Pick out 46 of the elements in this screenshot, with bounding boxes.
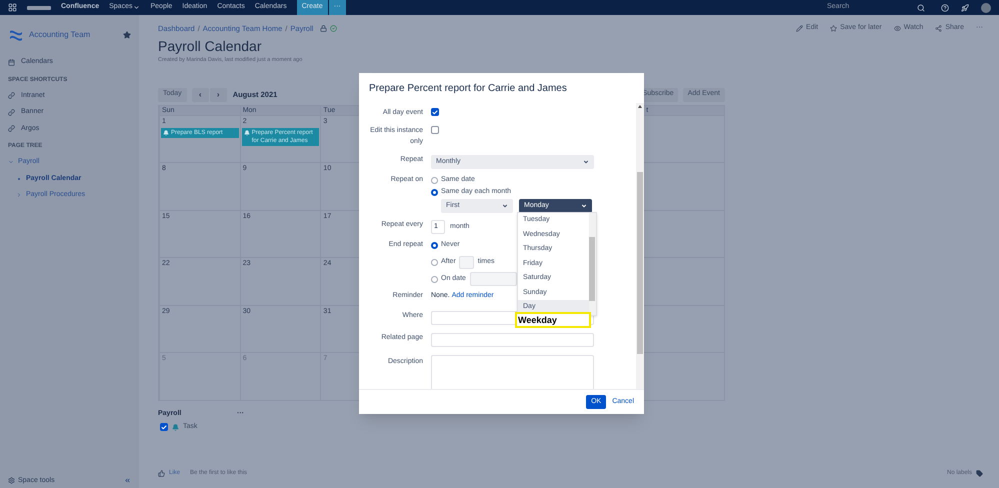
avatar[interactable]: [981, 2, 991, 12]
star-icon: [830, 25, 838, 32]
share-icon: [935, 25, 942, 32]
tag-icon[interactable]: [976, 470, 983, 477]
space-name[interactable]: Accounting Team: [29, 29, 118, 41]
calendar-icon: [8, 58, 15, 66]
check-circle-icon: [330, 25, 338, 32]
app-switcher-icon[interactable]: [8, 3, 17, 12]
help-icon[interactable]: [941, 4, 949, 12]
pencil-icon: [796, 25, 804, 32]
next-button[interactable]: ›: [210, 88, 227, 102]
scroll-up-arrow-icon[interactable]: [638, 105, 642, 108]
radio-button[interactable]: [431, 188, 438, 196]
previous-button[interactable]: ‹: [192, 88, 209, 102]
lock-icon[interactable]: [320, 25, 328, 32]
checkbox[interactable]: [160, 423, 168, 432]
count-field[interactable]: [458, 256, 474, 269]
link-icon: [8, 92, 15, 100]
link-icon: [8, 125, 15, 132]
rocket-icon[interactable]: [961, 4, 969, 12]
caret-down-icon: [502, 203, 508, 209]
radio-button[interactable]: [431, 276, 438, 282]
checkbox[interactable]: [431, 108, 439, 116]
radio-button[interactable]: [431, 242, 438, 249]
caret-down-icon: [583, 159, 589, 165]
logo-mark: [27, 6, 51, 10]
related-page-field[interactable]: [431, 333, 594, 347]
settings-icon[interactable]: [8, 477, 15, 484]
search-icon[interactable]: [917, 4, 925, 12]
bell-icon: [244, 130, 250, 136]
bell-icon: [172, 424, 179, 431]
thumbs-up-icon[interactable]: [158, 470, 165, 477]
eye-icon: [894, 25, 901, 32]
collapse-icon[interactable]: [124, 477, 131, 484]
highlighted-option-callout: Weekday: [515, 312, 591, 328]
date-field[interactable]: [470, 272, 517, 286]
dialog-title: Prepare Percent report for Carrie and James: [369, 82, 567, 96]
star-icon[interactable]: [123, 31, 131, 39]
radio-button[interactable]: [431, 259, 438, 266]
link-icon: [8, 108, 15, 116]
radio-button[interactable]: [431, 176, 438, 184]
page-title: Payroll Calendar: [158, 38, 262, 54]
description-field[interactable]: [431, 355, 594, 389]
bell-icon: [163, 130, 169, 136]
caret-down-icon: [581, 203, 587, 209]
checkbox[interactable]: [431, 126, 439, 134]
